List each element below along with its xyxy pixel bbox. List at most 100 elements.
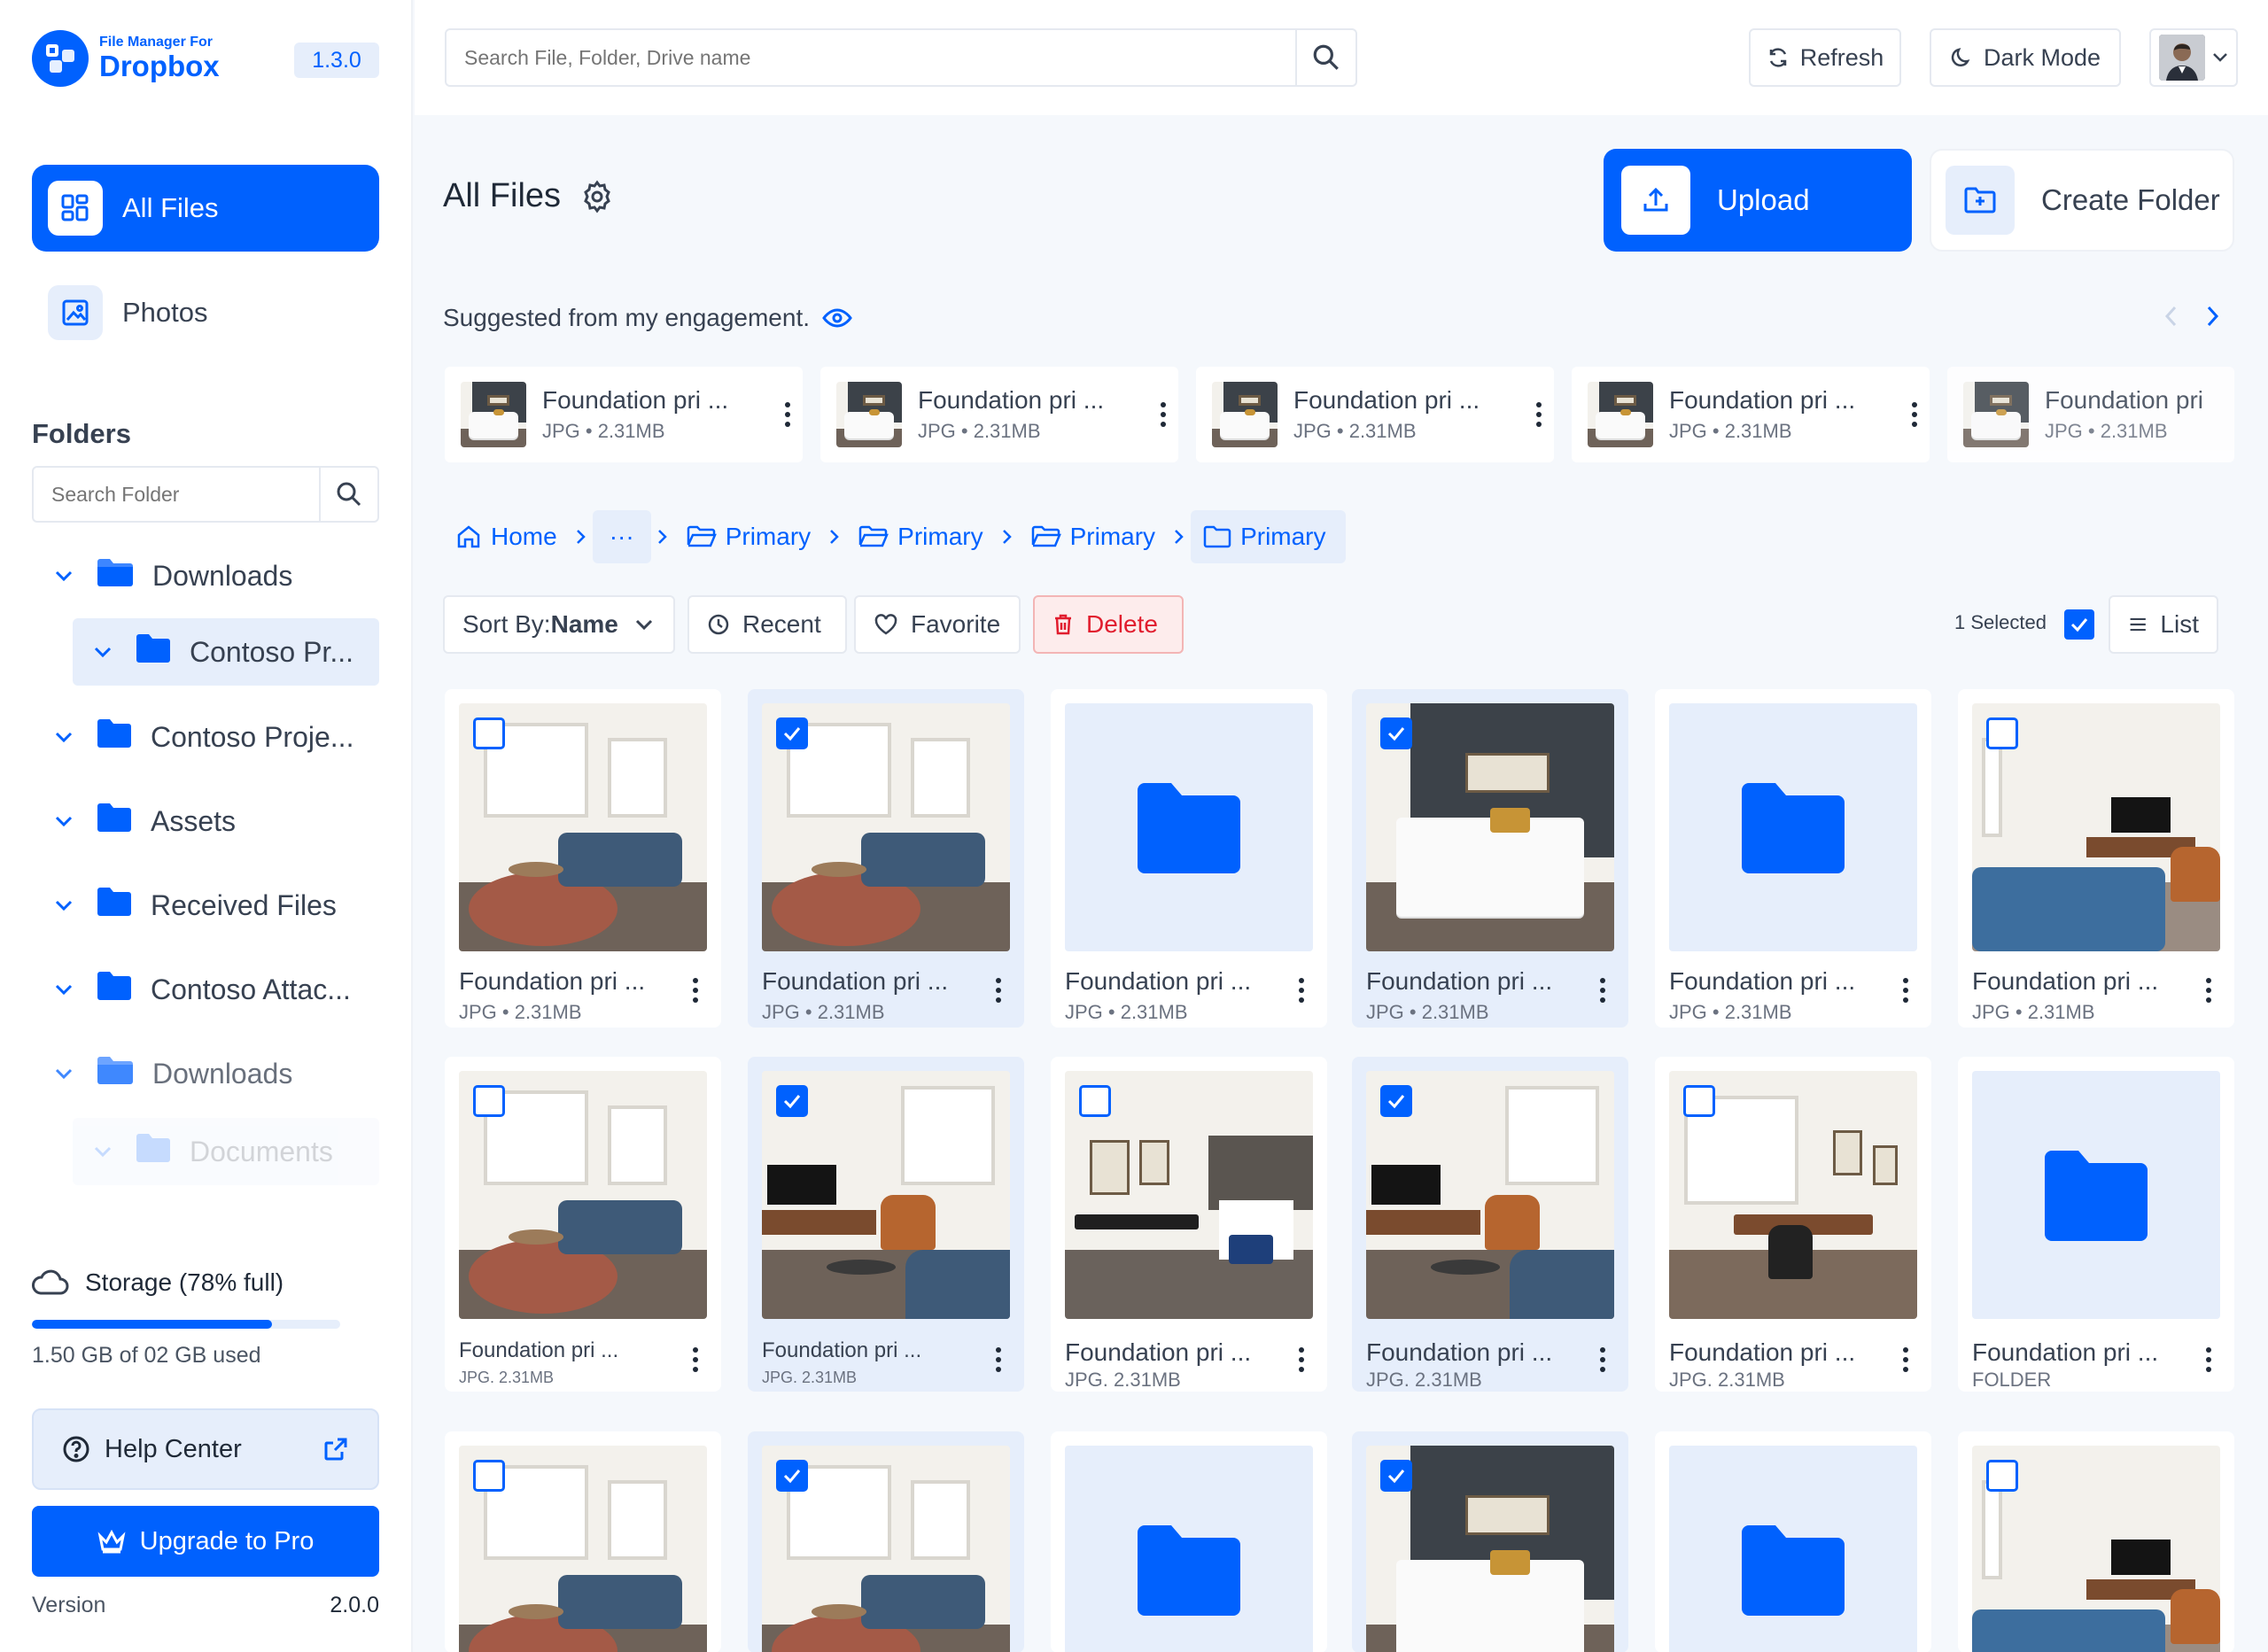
nav-all-files[interactable]: All Files <box>32 165 379 252</box>
breadcrumb-item[interactable]: Primary <box>1019 510 1168 563</box>
delete-button[interactable]: Delete <box>1033 595 1184 654</box>
more-vertical-icon[interactable] <box>985 973 1012 1008</box>
select-checkbox[interactable] <box>1986 1460 2018 1492</box>
select-checkbox[interactable] <box>473 717 505 749</box>
more-vertical-icon[interactable] <box>1148 401 1178 428</box>
suggested-card[interactable]: Foundation pri ... JPG • 2.31MB <box>1572 367 1930 462</box>
file-card[interactable]: Foundation pri ... JPG • 2.31MB <box>445 689 721 1028</box>
file-name: Foundation pri ... <box>1366 967 1553 995</box>
file-card[interactable] <box>1352 1431 1628 1652</box>
select-checkbox[interactable] <box>776 1085 808 1117</box>
more-vertical-icon[interactable] <box>1524 401 1554 428</box>
carousel-next-button[interactable] <box>2206 305 2220 332</box>
gear-icon[interactable] <box>580 180 614 213</box>
file-card[interactable] <box>1958 1431 2234 1652</box>
file-card[interactable]: Foundation pri ... JPG • 2.31MB <box>1958 689 2234 1028</box>
suggested-card[interactable]: Foundation pri ... JPG • 2.31MB <box>445 367 803 462</box>
sort-dropdown[interactable]: Sort By:Name <box>443 595 675 654</box>
tree-item-assets[interactable]: Assets <box>44 787 379 855</box>
tree-item-downloads[interactable]: Downloads <box>44 542 379 609</box>
global-search-input[interactable] <box>447 30 1295 85</box>
select-checkbox[interactable] <box>1986 717 2018 749</box>
folder-card[interactable]: Foundation pri ... JPG • 2.31MB <box>1051 689 1327 1028</box>
tree-item-contoso-pr[interactable]: Contoso Pr... <box>73 618 379 686</box>
chevron-down-icon[interactable] <box>44 570 83 582</box>
folder-card[interactable]: Foundation pri ... FOLDER <box>1958 1057 2234 1392</box>
more-vertical-icon[interactable] <box>773 401 803 428</box>
file-card[interactable]: Foundation pri ... JPG • 2.31MB <box>1352 689 1628 1028</box>
breadcrumb-item[interactable]: Primary <box>674 510 823 563</box>
folder-search <box>32 466 379 523</box>
breadcrumb-home[interactable]: Home <box>443 510 570 563</box>
more-vertical-icon[interactable] <box>1288 973 1315 1008</box>
file-card[interactable]: Foundation pri ... JPG. 2.31MB <box>1051 1057 1327 1392</box>
global-search-button[interactable] <box>1295 30 1355 85</box>
file-card[interactable]: Foundation pri ... JPG. 2.31MB <box>748 1057 1024 1392</box>
folder-search-button[interactable] <box>319 468 377 521</box>
folder-search-input[interactable] <box>34 468 319 521</box>
eye-icon[interactable] <box>822 307 852 329</box>
breadcrumb-more-button[interactable]: ··· <box>592 510 651 563</box>
tree-item-downloads-2[interactable]: Downloads <box>44 1040 379 1107</box>
more-vertical-icon[interactable] <box>2195 1342 2222 1377</box>
more-vertical-icon[interactable] <box>1892 1342 1919 1377</box>
folder-card[interactable] <box>1655 1431 1931 1652</box>
select-all-checkbox[interactable] <box>2064 609 2094 640</box>
select-checkbox[interactable] <box>1380 1460 1412 1492</box>
chevron-down-icon[interactable] <box>44 815 83 827</box>
breadcrumb-item[interactable]: Primary <box>846 510 995 563</box>
more-vertical-icon[interactable] <box>682 1342 709 1377</box>
breadcrumb-current[interactable]: Primary <box>1191 510 1346 563</box>
more-vertical-icon[interactable] <box>1589 973 1616 1008</box>
select-checkbox[interactable] <box>473 1460 505 1492</box>
more-vertical-icon[interactable] <box>1288 1342 1315 1377</box>
more-vertical-icon[interactable] <box>2195 973 2222 1008</box>
file-card[interactable]: Foundation pri ... JPG • 2.31MB <box>748 689 1024 1028</box>
favorite-filter-button[interactable]: Favorite <box>854 595 1021 654</box>
chevron-down-icon[interactable] <box>83 646 122 658</box>
select-checkbox[interactable] <box>776 717 808 749</box>
brand[interactable]: File Manager For Dropbox <box>32 30 220 87</box>
suggested-card[interactable]: Foundation pri ... JPG • 2.31MB <box>820 367 1178 462</box>
tree-item-contoso-project[interactable]: Contoso Proje... <box>44 703 379 771</box>
upgrade-to-pro-button[interactable]: Upgrade to Pro <box>32 1506 379 1577</box>
tree-item-contoso-attachments[interactable]: Contoso Attac... <box>44 956 379 1023</box>
file-card[interactable]: Foundation pri ... JPG. 2.31MB <box>1655 1057 1931 1392</box>
recent-filter-button[interactable]: Recent <box>687 595 847 654</box>
select-checkbox[interactable] <box>1683 1085 1715 1117</box>
refresh-button[interactable]: Refresh <box>1749 28 1901 87</box>
suggested-card[interactable]: Foundation pri ... JPG • 2.31MB <box>1196 367 1554 462</box>
folder-card[interactable] <box>1051 1431 1327 1652</box>
select-checkbox[interactable] <box>1380 1085 1412 1117</box>
tree-item-documents[interactable]: Documents <box>73 1118 379 1185</box>
file-card[interactable]: Foundation pri ... JPG. 2.31MB <box>445 1057 721 1392</box>
more-vertical-icon[interactable] <box>1899 401 1930 428</box>
file-card[interactable]: Foundation pri ... JPG. 2.31MB <box>1352 1057 1628 1392</box>
select-checkbox[interactable] <box>1380 717 1412 749</box>
tree-item-received-files[interactable]: Received Files <box>44 872 379 939</box>
file-card[interactable] <box>748 1431 1024 1652</box>
carousel-prev-button[interactable] <box>2163 305 2178 332</box>
upload-button[interactable]: Upload <box>1604 149 1912 252</box>
chevron-down-icon[interactable] <box>83 1145 122 1158</box>
select-checkbox[interactable] <box>776 1460 808 1492</box>
nav-photos[interactable]: Photos <box>32 269 379 356</box>
view-toggle-button[interactable]: List <box>2109 595 2218 654</box>
chevron-down-icon[interactable] <box>44 1067 83 1080</box>
select-checkbox[interactable] <box>473 1085 505 1117</box>
more-vertical-icon[interactable] <box>682 973 709 1008</box>
more-vertical-icon[interactable] <box>985 1342 1012 1377</box>
more-vertical-icon[interactable] <box>1892 973 1919 1008</box>
chevron-down-icon[interactable] <box>44 731 83 743</box>
more-vertical-icon[interactable] <box>1589 1342 1616 1377</box>
dark-mode-button[interactable]: Dark Mode <box>1930 28 2121 87</box>
help-center-button[interactable]: Help Center <box>32 1408 379 1490</box>
suggested-card[interactable]: Foundation pri JPG • 2.31MB <box>1947 367 2234 462</box>
user-menu-button[interactable] <box>2149 28 2238 87</box>
file-card[interactable] <box>445 1431 721 1652</box>
create-folder-button[interactable]: Create Folder <box>1930 149 2234 252</box>
chevron-down-icon[interactable] <box>44 899 83 911</box>
folder-card[interactable]: Foundation pri ... JPG • 2.31MB <box>1655 689 1931 1028</box>
chevron-down-icon[interactable] <box>44 983 83 996</box>
select-checkbox[interactable] <box>1079 1085 1111 1117</box>
